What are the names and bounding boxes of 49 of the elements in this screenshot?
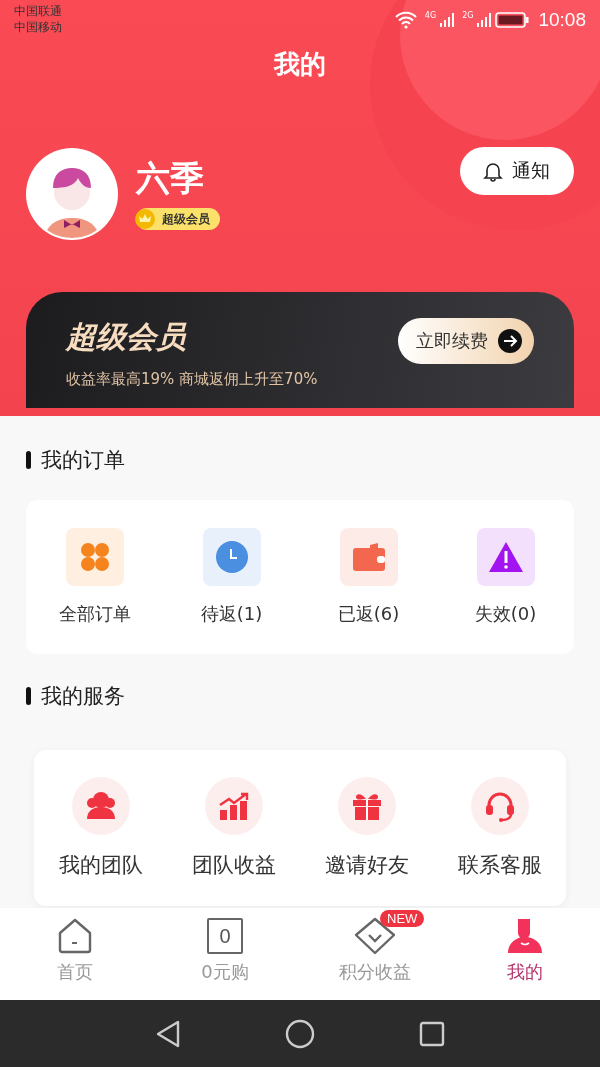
avatar-icon <box>26 148 118 240</box>
gift-icon <box>350 791 383 821</box>
bar-chart-icon <box>217 791 250 821</box>
new-badge: NEW <box>380 910 425 927</box>
team-icon <box>84 791 117 821</box>
network-label: 4G <box>424 11 437 20</box>
member-badge: 超级会员 <box>136 208 220 230</box>
carrier-name: 中国移动 <box>14 19 62 35</box>
user-name: 六季 <box>136 158 205 198</box>
recent-apps-icon[interactable] <box>419 1020 445 1047</box>
battery-icon <box>495 12 530 28</box>
page-title: 我的 <box>272 48 327 81</box>
section-heading: 我的订单 <box>41 447 125 474</box>
carrier-name: 中国联通 <box>14 3 62 19</box>
clock-time: 10:08 <box>538 9 586 31</box>
member-card-title: 超级会员 <box>66 318 188 356</box>
clock-icon <box>214 540 249 574</box>
order-status-item[interactable]: 失效(0) <box>437 528 574 626</box>
notification-button[interactable]: 通知 <box>460 147 574 195</box>
signal-icon <box>476 12 493 28</box>
order-status-item[interactable]: 全部订单 <box>26 528 163 626</box>
heading-accent-bar <box>26 687 31 705</box>
order-status-item[interactable]: 待返(1) <box>163 528 300 626</box>
order-status-item[interactable]: 已返(6) <box>300 528 437 626</box>
bell-icon <box>482 160 504 182</box>
signal-icon <box>439 12 456 28</box>
back-icon[interactable] <box>155 1019 181 1048</box>
home-circle-icon[interactable] <box>285 1018 315 1049</box>
section-heading: 我的服务 <box>41 683 125 710</box>
renew-button[interactable]: 立即续费 <box>398 318 534 364</box>
tab-bar-item[interactable]: 0 0元购 <box>150 908 300 1000</box>
zero-box-icon: 0 <box>207 918 243 954</box>
warning-icon <box>487 541 524 573</box>
network-label: 2G <box>462 11 474 20</box>
member-card-subtitle: 收益率最高19% 商城返佣上升至70% <box>66 370 318 389</box>
person-icon <box>506 917 544 955</box>
service-item[interactable]: 联系客服 <box>433 777 566 879</box>
home-icon <box>56 917 94 955</box>
service-item[interactable]: 邀请好友 <box>300 777 433 879</box>
service-item[interactable]: 我的团队 <box>34 777 167 879</box>
wifi-icon <box>393 11 418 29</box>
wallet-icon <box>351 542 386 572</box>
tab-bar-item[interactable]: 我的 <box>450 908 600 1000</box>
service-item[interactable]: 团队收益 <box>167 777 300 879</box>
crown-icon <box>134 208 156 230</box>
headset-icon <box>483 790 516 822</box>
tab-bar-item[interactable]: NEW 积分收益 <box>300 908 450 1000</box>
heading-accent-bar <box>26 451 31 469</box>
arrow-right-icon <box>498 329 522 353</box>
